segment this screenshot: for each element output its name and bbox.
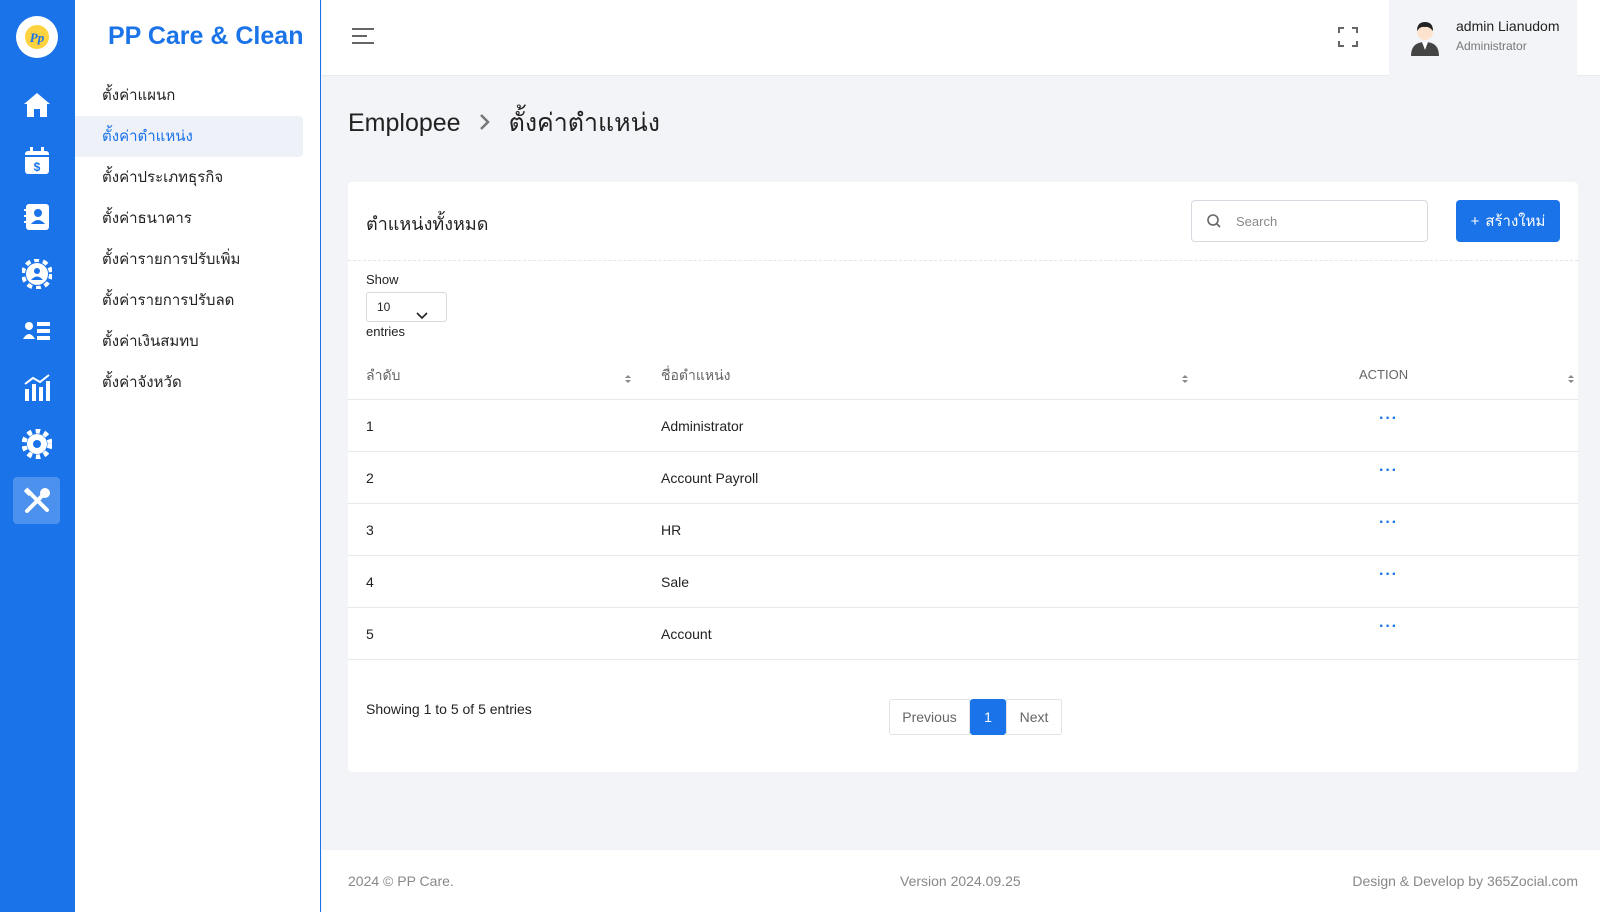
table-row: 1 Administrator ··· — [348, 400, 1578, 452]
entries-label: entries — [366, 324, 406, 339]
previous-page-button[interactable]: Previous — [889, 699, 970, 735]
user-role: Administrator — [1456, 39, 1527, 53]
svg-text:Pp: Pp — [30, 30, 45, 45]
settings-submenu: PP Care & Clean ตั้งค่าแผนก ตั้งค่าตำแหน… — [75, 0, 321, 912]
logo-icon[interactable]: Pp — [16, 16, 58, 58]
submenu-item-position[interactable]: ตั้งค่าตำแหน่ง — [75, 116, 303, 157]
submenu-item-bank[interactable]: ตั้งค่าธนาคาร — [75, 198, 303, 239]
positions-card: ตำแหน่งทั้งหมด + สร้างใหม่ Show 10 entri… — [348, 182, 1578, 772]
row-number: 4 — [366, 574, 374, 590]
page-1-button[interactable]: 1 — [970, 699, 1006, 735]
position-name: Administrator — [661, 418, 744, 434]
search-input[interactable] — [1236, 211, 1416, 231]
table-row: 3 HR ··· — [348, 504, 1578, 556]
row-action-menu[interactable]: ··· — [1379, 566, 1398, 584]
position-name: Account — [661, 626, 712, 642]
submenu-item-department[interactable]: ตั้งค่าแผนก — [75, 75, 303, 116]
table-row: 5 Account ··· — [348, 608, 1578, 660]
row-number: 5 — [366, 626, 374, 642]
card-title: ตำแหน่งทั้งหมด — [366, 214, 489, 234]
search-icon — [1206, 213, 1222, 234]
home-icon[interactable] — [13, 81, 60, 128]
position-name: Account Payroll — [661, 470, 759, 486]
payroll-calendar-icon[interactable]: $ — [13, 137, 60, 184]
show-label: Show — [366, 272, 399, 287]
row-number: 1 — [366, 418, 374, 434]
page-size-select[interactable]: 10 — [366, 292, 447, 322]
brand-title: PP Care & Clean — [108, 22, 304, 50]
row-action-menu[interactable]: ··· — [1379, 410, 1398, 428]
row-number: 2 — [366, 470, 374, 486]
position-name: Sale — [661, 574, 690, 590]
row-number: 3 — [366, 522, 374, 538]
chevron-down-icon — [416, 302, 428, 330]
submenu-item-deductions[interactable]: ตั้งค่ารายการปรับลด — [75, 280, 303, 321]
pagination: Previous 1 Next — [889, 699, 1062, 735]
page-size-value: 10 — [377, 300, 391, 314]
create-new-label: สร้างใหม่ — [1485, 213, 1546, 230]
svg-text:$: $ — [33, 160, 40, 174]
submenu-item-province[interactable]: ตั้งค่าจังหวัด — [75, 362, 303, 403]
footer-credit[interactable]: Design & Develop by 365Zocial.com — [1352, 873, 1578, 889]
user-name: admin Lianudom — [1456, 18, 1560, 34]
divider — [348, 260, 1578, 261]
team-settings-icon[interactable] — [13, 250, 60, 297]
footer-copyright: 2024 © PP Care. — [348, 873, 454, 889]
position-name: HR — [661, 522, 682, 538]
search-box — [1191, 200, 1428, 242]
showing-entries-text: Showing 1 to 5 of 5 entries — [366, 701, 532, 717]
row-action-menu[interactable]: ··· — [1379, 462, 1398, 480]
column-header-no[interactable]: ลำดับ — [366, 365, 400, 387]
submenu-item-business-type[interactable]: ตั้งค่าประเภทธุรกิจ — [75, 157, 303, 198]
column-header-action[interactable]: ACTION — [1359, 367, 1408, 382]
footer: 2024 © PP Care. Version 2024.09.25 Desig… — [322, 850, 1600, 912]
column-header-position-name[interactable]: ชื่อตำแหน่ง — [661, 365, 731, 387]
contacts-icon[interactable] — [13, 193, 60, 240]
sort-icon[interactable] — [1181, 372, 1189, 390]
user-menu[interactable]: admin Lianudom Administrator — [1389, 0, 1577, 76]
menu-toggle-icon[interactable] — [352, 26, 376, 51]
create-new-button[interactable]: + สร้างใหม่ — [1456, 200, 1560, 242]
page-title: ตั้งค่าตำแหน่ง — [508, 109, 660, 137]
submenu-item-contributions[interactable]: ตั้งค่าเงินสมทบ — [75, 321, 303, 362]
table-row: 4 Sale ··· — [348, 556, 1578, 608]
employee-list-icon[interactable] — [13, 307, 60, 354]
next-page-button[interactable]: Next — [1006, 699, 1062, 735]
submenu-item-additions[interactable]: ตั้งค่ารายการปรับเพิ่ม — [75, 239, 303, 280]
table-row: 2 Account Payroll ··· — [348, 452, 1578, 504]
top-header: admin Lianudom Administrator — [322, 0, 1600, 76]
fullscreen-icon[interactable] — [1337, 26, 1359, 53]
chevron-right-icon — [479, 109, 491, 138]
report-chart-icon[interactable] — [13, 364, 60, 411]
tools-icon[interactable] — [13, 477, 60, 524]
footer-version: Version 2024.09.25 — [900, 873, 1021, 889]
sort-icon[interactable] — [624, 372, 632, 390]
breadcrumb-parent[interactable]: Emplopee — [348, 109, 461, 138]
icon-rail: Pp $ — [0, 0, 75, 912]
breadcrumb: Emplopee ตั้งค่าตำแหน่ง — [348, 103, 660, 143]
row-action-menu[interactable]: ··· — [1379, 618, 1398, 636]
row-action-menu[interactable]: ··· — [1379, 514, 1398, 532]
plus-icon: + — [1470, 212, 1480, 230]
sort-icon[interactable] — [1567, 372, 1575, 390]
avatar — [1409, 18, 1441, 56]
gear-icon[interactable] — [13, 420, 60, 467]
